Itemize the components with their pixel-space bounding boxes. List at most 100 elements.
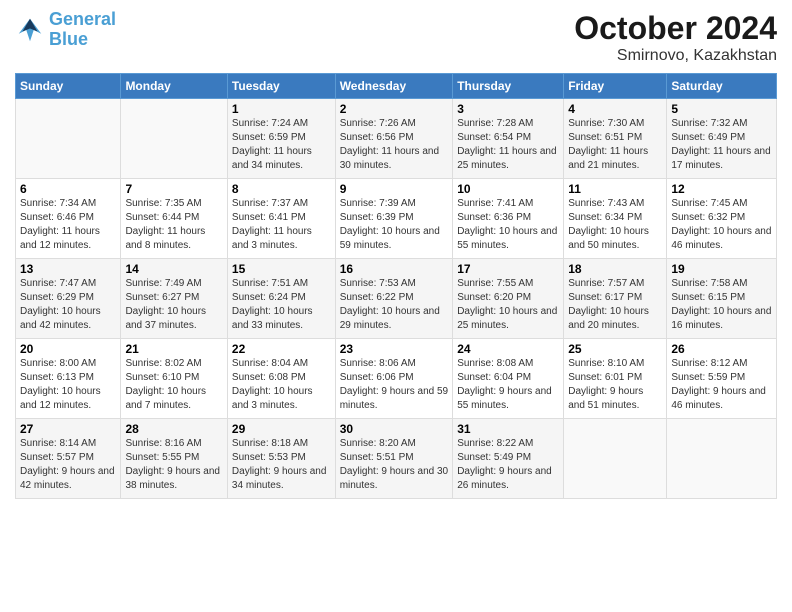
day-info: Sunrise: 7:35 AMSunset: 6:44 PMDaylight:… <box>125 197 222 253</box>
day-number: 30 <box>340 422 449 436</box>
header-row: Sunday Monday Tuesday Wednesday Thursday… <box>16 74 777 99</box>
day-number: 8 <box>232 182 331 196</box>
day-cell: 19 Sunrise: 7:58 AMSunset: 6:15 PMDaylig… <box>667 259 777 339</box>
day-number: 5 <box>671 102 772 116</box>
day-info: Sunrise: 8:18 AMSunset: 5:53 PMDaylight:… <box>232 437 331 493</box>
day-cell: 29 Sunrise: 8:18 AMSunset: 5:53 PMDaylig… <box>227 419 335 499</box>
day-info: Sunrise: 7:45 AMSunset: 6:32 PMDaylight:… <box>671 197 772 253</box>
logo-icon <box>15 15 45 45</box>
day-cell: 7 Sunrise: 7:35 AMSunset: 6:44 PMDayligh… <box>121 179 227 259</box>
week-row-2: 6 Sunrise: 7:34 AMSunset: 6:46 PMDayligh… <box>16 179 777 259</box>
day-info: Sunrise: 8:22 AMSunset: 5:49 PMDaylight:… <box>457 437 559 493</box>
day-info: Sunrise: 7:55 AMSunset: 6:20 PMDaylight:… <box>457 277 559 333</box>
day-cell: 25 Sunrise: 8:10 AMSunset: 6:01 PMDaylig… <box>564 339 667 419</box>
day-number: 23 <box>340 342 449 356</box>
col-thursday: Thursday <box>453 74 564 99</box>
day-cell: 27 Sunrise: 8:14 AMSunset: 5:57 PMDaylig… <box>16 419 121 499</box>
week-row-3: 13 Sunrise: 7:47 AMSunset: 6:29 PMDaylig… <box>16 259 777 339</box>
col-friday: Friday <box>564 74 667 99</box>
day-cell: 16 Sunrise: 7:53 AMSunset: 6:22 PMDaylig… <box>335 259 453 339</box>
day-cell: 13 Sunrise: 7:47 AMSunset: 6:29 PMDaylig… <box>16 259 121 339</box>
logo-text: General Blue <box>49 10 116 50</box>
day-cell: 4 Sunrise: 7:30 AMSunset: 6:51 PMDayligh… <box>564 99 667 179</box>
day-cell: 21 Sunrise: 8:02 AMSunset: 6:10 PMDaylig… <box>121 339 227 419</box>
page-container: General Blue October 2024 Smirnovo, Kaza… <box>0 0 792 504</box>
day-info: Sunrise: 7:49 AMSunset: 6:27 PMDaylight:… <box>125 277 222 333</box>
day-cell <box>667 419 777 499</box>
day-info: Sunrise: 8:02 AMSunset: 6:10 PMDaylight:… <box>125 357 222 413</box>
day-info: Sunrise: 8:14 AMSunset: 5:57 PMDaylight:… <box>20 437 116 493</box>
day-cell: 5 Sunrise: 7:32 AMSunset: 6:49 PMDayligh… <box>667 99 777 179</box>
week-row-1: 1 Sunrise: 7:24 AMSunset: 6:59 PMDayligh… <box>16 99 777 179</box>
day-number: 29 <box>232 422 331 436</box>
day-info: Sunrise: 7:57 AMSunset: 6:17 PMDaylight:… <box>568 277 662 333</box>
day-info: Sunrise: 7:28 AMSunset: 6:54 PMDaylight:… <box>457 117 559 173</box>
day-cell: 17 Sunrise: 7:55 AMSunset: 6:20 PMDaylig… <box>453 259 564 339</box>
day-number: 25 <box>568 342 662 356</box>
day-number: 13 <box>20 262 116 276</box>
day-cell: 14 Sunrise: 7:49 AMSunset: 6:27 PMDaylig… <box>121 259 227 339</box>
day-info: Sunrise: 7:43 AMSunset: 6:34 PMDaylight:… <box>568 197 662 253</box>
day-cell: 20 Sunrise: 8:00 AMSunset: 6:13 PMDaylig… <box>16 339 121 419</box>
day-number: 27 <box>20 422 116 436</box>
day-info: Sunrise: 7:41 AMSunset: 6:36 PMDaylight:… <box>457 197 559 253</box>
day-cell: 22 Sunrise: 8:04 AMSunset: 6:08 PMDaylig… <box>227 339 335 419</box>
day-info: Sunrise: 8:10 AMSunset: 6:01 PMDaylight:… <box>568 357 662 413</box>
day-cell: 23 Sunrise: 8:06 AMSunset: 6:06 PMDaylig… <box>335 339 453 419</box>
day-number: 31 <box>457 422 559 436</box>
day-info: Sunrise: 7:51 AMSunset: 6:24 PMDaylight:… <box>232 277 331 333</box>
day-number: 28 <box>125 422 222 436</box>
day-info: Sunrise: 7:24 AMSunset: 6:59 PMDaylight:… <box>232 117 331 173</box>
day-info: Sunrise: 7:58 AMSunset: 6:15 PMDaylight:… <box>671 277 772 333</box>
day-number: 16 <box>340 262 449 276</box>
logo: General Blue <box>15 10 116 50</box>
day-info: Sunrise: 7:39 AMSunset: 6:39 PMDaylight:… <box>340 197 449 253</box>
day-info: Sunrise: 8:06 AMSunset: 6:06 PMDaylight:… <box>340 357 449 413</box>
day-number: 26 <box>671 342 772 356</box>
day-number: 2 <box>340 102 449 116</box>
month-title: October 2024 <box>574 10 777 47</box>
day-number: 9 <box>340 182 449 196</box>
day-cell: 3 Sunrise: 7:28 AMSunset: 6:54 PMDayligh… <box>453 99 564 179</box>
day-cell: 28 Sunrise: 8:16 AMSunset: 5:55 PMDaylig… <box>121 419 227 499</box>
col-tuesday: Tuesday <box>227 74 335 99</box>
day-number: 22 <box>232 342 331 356</box>
day-info: Sunrise: 8:08 AMSunset: 6:04 PMDaylight:… <box>457 357 559 413</box>
day-number: 18 <box>568 262 662 276</box>
day-info: Sunrise: 7:34 AMSunset: 6:46 PMDaylight:… <box>20 197 116 253</box>
day-number: 11 <box>568 182 662 196</box>
day-cell: 24 Sunrise: 8:08 AMSunset: 6:04 PMDaylig… <box>453 339 564 419</box>
col-wednesday: Wednesday <box>335 74 453 99</box>
col-monday: Monday <box>121 74 227 99</box>
day-number: 20 <box>20 342 116 356</box>
day-info: Sunrise: 7:47 AMSunset: 6:29 PMDaylight:… <box>20 277 116 333</box>
day-number: 19 <box>671 262 772 276</box>
day-cell: 15 Sunrise: 7:51 AMSunset: 6:24 PMDaylig… <box>227 259 335 339</box>
day-info: Sunrise: 7:26 AMSunset: 6:56 PMDaylight:… <box>340 117 449 173</box>
title-section: October 2024 Smirnovo, Kazakhstan <box>574 10 777 65</box>
day-cell: 30 Sunrise: 8:20 AMSunset: 5:51 PMDaylig… <box>335 419 453 499</box>
day-info: Sunrise: 7:53 AMSunset: 6:22 PMDaylight:… <box>340 277 449 333</box>
day-info: Sunrise: 8:16 AMSunset: 5:55 PMDaylight:… <box>125 437 222 493</box>
day-number: 4 <box>568 102 662 116</box>
day-cell: 12 Sunrise: 7:45 AMSunset: 6:32 PMDaylig… <box>667 179 777 259</box>
day-cell: 18 Sunrise: 7:57 AMSunset: 6:17 PMDaylig… <box>564 259 667 339</box>
day-number: 6 <box>20 182 116 196</box>
day-number: 12 <box>671 182 772 196</box>
day-number: 14 <box>125 262 222 276</box>
day-cell: 6 Sunrise: 7:34 AMSunset: 6:46 PMDayligh… <box>16 179 121 259</box>
day-cell: 9 Sunrise: 7:39 AMSunset: 6:39 PMDayligh… <box>335 179 453 259</box>
day-cell <box>121 99 227 179</box>
week-row-4: 20 Sunrise: 8:00 AMSunset: 6:13 PMDaylig… <box>16 339 777 419</box>
week-row-5: 27 Sunrise: 8:14 AMSunset: 5:57 PMDaylig… <box>16 419 777 499</box>
day-cell <box>564 419 667 499</box>
day-cell: 11 Sunrise: 7:43 AMSunset: 6:34 PMDaylig… <box>564 179 667 259</box>
day-cell: 26 Sunrise: 8:12 AMSunset: 5:59 PMDaylig… <box>667 339 777 419</box>
calendar-table: Sunday Monday Tuesday Wednesday Thursday… <box>15 73 777 499</box>
day-cell <box>16 99 121 179</box>
col-saturday: Saturday <box>667 74 777 99</box>
day-info: Sunrise: 7:30 AMSunset: 6:51 PMDaylight:… <box>568 117 662 173</box>
day-cell: 31 Sunrise: 8:22 AMSunset: 5:49 PMDaylig… <box>453 419 564 499</box>
day-cell: 8 Sunrise: 7:37 AMSunset: 6:41 PMDayligh… <box>227 179 335 259</box>
day-number: 7 <box>125 182 222 196</box>
